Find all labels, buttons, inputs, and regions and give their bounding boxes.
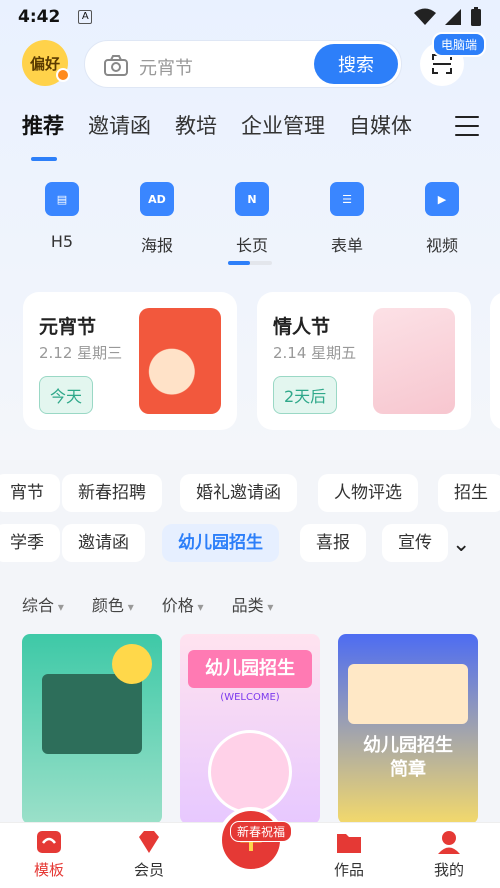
festival-tag: 今天 [39, 376, 94, 414]
bottom-navigation: 模板 会员 + 新春祝福 作品 我的 [0, 807, 500, 888]
h5-icon: ▤ [45, 182, 79, 216]
category-h5[interactable]: ▤ H5 [22, 182, 102, 256]
filter-price[interactable]: 价格 [162, 592, 204, 616]
diamond-icon [139, 831, 159, 853]
filter-color[interactable]: 颜色 [92, 592, 134, 616]
card-photo [208, 730, 292, 814]
status-bar: 4:42 A [0, 0, 500, 34]
chip[interactable]: 学季 [0, 524, 60, 562]
category-label: 表单 [330, 236, 363, 255]
nav-profile[interactable]: 我的 [414, 829, 484, 880]
form-icon: ☰ [330, 182, 364, 216]
menu-icon[interactable] [455, 116, 479, 143]
active-tab-indicator [31, 157, 57, 161]
preference-button[interactable]: 偏好 [22, 40, 70, 86]
nav-label: 会员 [133, 861, 164, 879]
notification-a-icon: A [78, 10, 93, 24]
category-long-page[interactable]: N 长页 [212, 182, 292, 256]
card-title: 幼儿园招生 [188, 650, 312, 688]
category-label: 视频 [425, 236, 458, 255]
tab-media[interactable]: 自媒体 [349, 110, 412, 150]
filter-overall[interactable]: 综合 [22, 592, 64, 616]
festival-name: 元宵节 [39, 316, 97, 338]
video-icon: ▶ [425, 182, 459, 216]
tag-chips-row-1: 宵节 新春招聘 婚礼邀请函 人物评选 招生 [0, 474, 500, 514]
top-bar: 偏好 元宵节 搜索 电脑端 [0, 32, 500, 90]
tag-chips-row-2: 学季 邀请函 幼儿园招生 喜报 宣传 ⌄ [0, 524, 500, 564]
valentine-image [373, 308, 455, 414]
signal-icon [445, 9, 461, 25]
festival-card-valentine[interactable]: 情人节 2.14 星期五 2天后 [257, 292, 471, 430]
category-label: 长页 [235, 236, 268, 255]
category-tabs: 推荐 邀请函 教培 企业管理 自媒体 [22, 110, 442, 150]
chip[interactable]: 宵节 [0, 474, 60, 512]
filter-category[interactable]: 品类 [232, 592, 274, 616]
star-icon [112, 644, 152, 684]
chip[interactable]: 招生 [438, 474, 500, 512]
chip[interactable]: 婚礼邀请函 [180, 474, 297, 512]
tab-invitation[interactable]: 邀请函 [88, 110, 151, 150]
category-video[interactable]: ▶ 视频 [402, 182, 482, 256]
category-label: H5 [50, 232, 74, 251]
category-poster[interactable]: AD 海报 [117, 182, 197, 256]
template-card[interactable] [22, 634, 162, 824]
search-bar[interactable]: 元宵节 搜索 [84, 40, 402, 88]
nav-label: 我的 [433, 861, 464, 879]
card-photo [348, 664, 468, 724]
filter-bar: 综合 颜色 价格 品类 [22, 592, 273, 616]
chevron-down-icon[interactable]: ⌄ [452, 532, 470, 557]
template-card[interactable]: 幼儿园招生 (WELCOME) [180, 634, 320, 824]
heart-icon [56, 68, 70, 82]
festival-card-partial[interactable] [490, 292, 500, 430]
festival-card-lantern[interactable]: 元宵节 2.12 星期三 今天 [23, 292, 237, 430]
poster-icon: AD [140, 182, 174, 216]
user-icon [438, 831, 460, 854]
chip[interactable]: 新春招聘 [62, 474, 162, 512]
lantern-festival-image [139, 308, 221, 414]
category-form[interactable]: ☰ 表单 [307, 182, 387, 256]
festival-tag: 2天后 [273, 376, 338, 414]
template-card[interactable]: 幼儿园招生简章 [338, 634, 478, 824]
category-scroll-indicator [228, 261, 272, 265]
festival-date: 2.14 星期五 [273, 344, 357, 362]
type-categories: ▤ H5 AD 海报 N 长页 ☰ 表单 ▶ 视频 [22, 182, 482, 256]
new-year-badge: 新春祝福 [230, 821, 293, 842]
search-input[interactable]: 元宵节 [139, 54, 193, 80]
tab-enterprise[interactable]: 企业管理 [241, 110, 325, 150]
chip[interactable]: 邀请函 [62, 524, 145, 562]
battery-icon [471, 7, 481, 26]
long-page-icon: N [235, 182, 269, 216]
folder-icon [337, 834, 361, 853]
status-time: 4:42 [18, 7, 61, 27]
status-icons [414, 7, 482, 27]
wifi-icon [414, 8, 436, 25]
tab-education[interactable]: 教培 [175, 110, 217, 150]
chip-selected[interactable]: 幼儿园招生 [162, 524, 279, 562]
nav-membership[interactable]: 会员 [114, 829, 184, 880]
preference-label: 偏好 [29, 54, 60, 73]
card-title: 幼儿园招生简章 [363, 735, 453, 780]
tab-recommend[interactable]: 推荐 [22, 110, 64, 150]
chip[interactable]: 人物评选 [318, 474, 418, 512]
template-grid: 幼儿园招生 (WELCOME) 幼儿园招生简章 [22, 634, 482, 824]
pc-badge[interactable]: 电脑端 [432, 32, 487, 57]
festival-date: 2.12 星期三 [39, 344, 123, 362]
festival-name: 情人节 [273, 316, 331, 338]
card-illustration [42, 674, 142, 754]
nav-works[interactable]: 作品 [314, 829, 384, 880]
camera-icon[interactable] [103, 55, 129, 77]
template-icon [37, 831, 61, 853]
nav-label: 作品 [333, 861, 364, 879]
chip[interactable]: 宣传 [382, 524, 448, 562]
chip[interactable]: 喜报 [300, 524, 366, 562]
nav-label: 模板 [33, 861, 64, 879]
search-button[interactable]: 搜索 [314, 44, 398, 84]
nav-templates[interactable]: 模板 [14, 829, 84, 880]
category-label: 海报 [140, 236, 173, 255]
card-subtitle: (WELCOME) [220, 692, 280, 703]
